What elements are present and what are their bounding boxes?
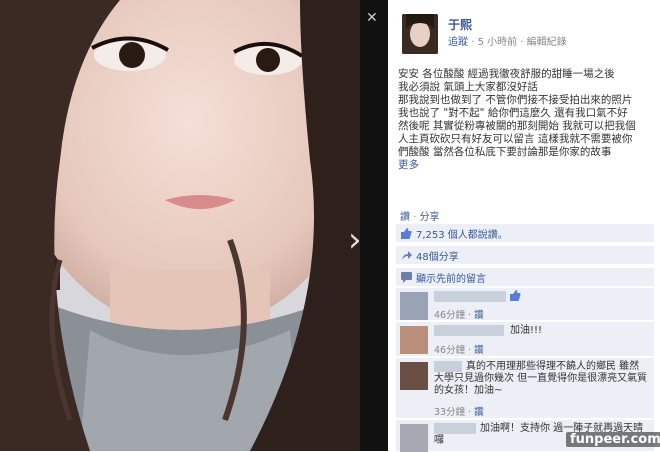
post-line: 們酸酸 當然各位私底下要討論那是你家的故事	[398, 146, 612, 158]
like-link[interactable]: 讚	[400, 212, 410, 223]
post-line: 安安 各位酸酸 經過我徹夜舒服的甜睡一場之後	[398, 68, 615, 80]
shares-count[interactable]: 48個分享	[416, 248, 459, 263]
selfie-photo	[0, 0, 360, 451]
comment-meta: 46分鐘 · 讚	[434, 345, 484, 356]
post-line: 然後呢 其實從粉專被關的那刻開始 我就可以把我個	[398, 120, 636, 132]
photo-viewer[interactable]: ✕ ›	[0, 0, 388, 451]
post-actions: 讚 · 分享	[400, 212, 440, 223]
commenter-avatar[interactable]	[400, 362, 428, 390]
author-avatar[interactable]	[402, 14, 438, 54]
comment-item: 加油!!! 46分鐘 · 讚	[396, 322, 654, 356]
post-line: 我也說了 "對不起" 給你們這麼久 還有我口氣不好	[398, 107, 628, 119]
chevron-right-icon[interactable]: ›	[348, 223, 362, 257]
thumbs-up-icon	[400, 227, 412, 239]
see-more-link[interactable]: 更多	[398, 159, 653, 172]
commenter-avatar[interactable]	[400, 326, 428, 354]
post-sidebar: 于熙 追蹤 · 5 小時前 · 編輯紀錄 安安 各位酸酸 經過我徹夜舒服的甜睡一…	[388, 0, 660, 452]
meta-sep: ·	[520, 37, 524, 48]
share-link[interactable]: 分享	[420, 212, 440, 223]
edit-history-link[interactable]: 編輯紀錄	[527, 37, 567, 48]
commenter-avatar[interactable]	[400, 292, 428, 320]
commenter-name-redacted[interactable]	[434, 291, 506, 302]
comment-item: 46分鐘 · 讚	[396, 288, 654, 321]
commenter-name-redacted[interactable]	[434, 325, 504, 336]
close-icon[interactable]: ✕	[366, 10, 378, 26]
comment-meta: 33分鐘 · 讚	[434, 407, 484, 418]
post-line: 我必須說 氣頭上大家都沒好話	[398, 81, 538, 93]
thumbs-up-icon	[510, 290, 521, 304]
meta-sep: ·	[471, 37, 475, 48]
commenter-avatar[interactable]	[400, 424, 428, 452]
post-line: 那我說到也做到了 不管你們接不接受拍出來的照片	[398, 94, 633, 106]
speech-bubble-icon	[400, 271, 412, 283]
comment-item: 真的不用理那些得理不饒人的鄉民 雖然大學只見過你幾次 但一直覺得你是很漂亮又氣質…	[396, 358, 654, 418]
comment-text: 真的不用理那些得理不饒人的鄉民 雖然大學只見過你幾次 但一直覺得你是很漂亮又氣質…	[434, 361, 648, 396]
share-icon	[400, 249, 412, 261]
post-time[interactable]: 5 小時前	[478, 37, 518, 48]
likes-row[interactable]: 7,253 個人都說讚。	[396, 224, 654, 242]
shares-row[interactable]: 48個分享	[396, 246, 654, 264]
post-text: 安安 各位酸酸 經過我徹夜舒服的甜睡一場之後 我必須說 氣頭上大家都沒好話 那我…	[398, 68, 653, 172]
prev-comments-row[interactable]: 顯示先前的留言	[396, 268, 654, 286]
follow-link[interactable]: 追蹤	[448, 37, 468, 48]
post-meta: 追蹤 · 5 小時前 · 編輯紀錄	[448, 33, 567, 48]
prev-comments-link[interactable]: 顯示先前的留言	[416, 270, 486, 285]
watermark: funpeer.com	[566, 432, 660, 447]
post-line: 人主頁砍砍只有好友可以留言 這樣我就不需要被你	[398, 133, 633, 145]
comment-meta: 46分鐘 · 讚	[434, 310, 484, 321]
author-name[interactable]: 于熙	[448, 16, 472, 33]
likes-count[interactable]: 7,253 個人都說讚。	[416, 226, 508, 241]
comment-text: 加油!!!	[510, 325, 543, 336]
